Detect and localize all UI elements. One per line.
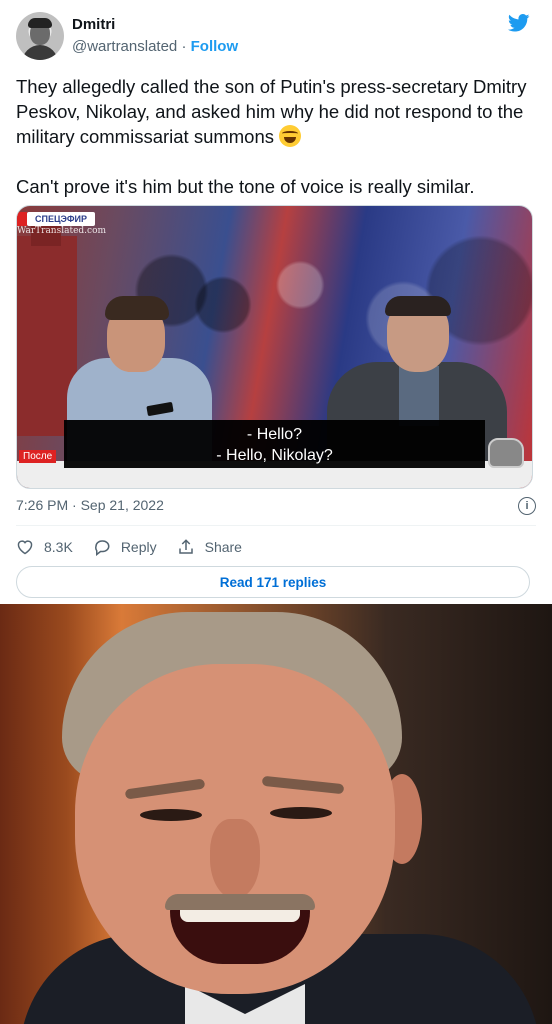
avatar[interactable]: [16, 12, 64, 60]
timestamp-row: 7:26 PM · Sep 21, 2022 i: [16, 497, 536, 515]
reply-button[interactable]: Reply: [93, 538, 157, 556]
watermark: WarTranslated.com: [17, 226, 107, 236]
divider: [16, 525, 536, 526]
subtitle-line-1: - Hello?: [246, 426, 303, 443]
read-replies-button[interactable]: Read 171 replies: [16, 566, 530, 598]
video-media[interactable]: СПЕЦЭФИР WarTranslated.com - Hello? - He…: [16, 205, 533, 489]
handle-separator: ·: [177, 38, 191, 55]
tweet-paragraph: They allegedly called the son of Putin's…: [16, 74, 536, 149]
handle-row: @wartranslated · Follow: [72, 38, 238, 55]
twitter-bird-icon[interactable]: [508, 14, 530, 32]
reply-label: Reply: [120, 539, 157, 555]
tweet-paragraph: Can't prove it's him but the tone of voi…: [16, 176, 475, 197]
subtitle-bar: - Hello? - Hello, Nikolay?: [64, 420, 485, 468]
reply-bubble-icon: [94, 540, 110, 556]
subtitle-line-2: - Hello, Nikolay?: [216, 447, 333, 464]
laughing-face-emoji-icon: [279, 125, 302, 147]
actions-row: 8.3K Reply Share: [16, 538, 262, 556]
share-label: Share: [204, 539, 242, 555]
tweet-paragraph-1-text: They allegedly called the son of Putin's…: [16, 76, 527, 147]
tweet-card: Dmitri @wartranslated · Follow They alle…: [0, 0, 552, 604]
follow-button[interactable]: Follow: [191, 38, 239, 55]
author-name[interactable]: Dmitri: [72, 16, 115, 33]
tweet-text: They allegedly called the son of Putin's…: [16, 74, 536, 199]
like-count: 8.3K: [44, 539, 73, 555]
share-icon: [178, 539, 193, 554]
author-handle[interactable]: @wartranslated: [72, 38, 177, 55]
channel-badge: СПЕЦЭФИР: [17, 212, 95, 226]
share-button[interactable]: Share: [177, 538, 242, 556]
laughing-man-photo: [0, 604, 552, 1024]
lower-tag: После: [19, 450, 57, 463]
fist-logo-icon: [488, 438, 524, 468]
info-icon[interactable]: i: [518, 497, 536, 515]
heart-icon: [17, 540, 33, 555]
like-button[interactable]: 8.3K: [16, 539, 73, 555]
timestamp[interactable]: 7:26 PM · Sep 21, 2022: [16, 497, 164, 513]
